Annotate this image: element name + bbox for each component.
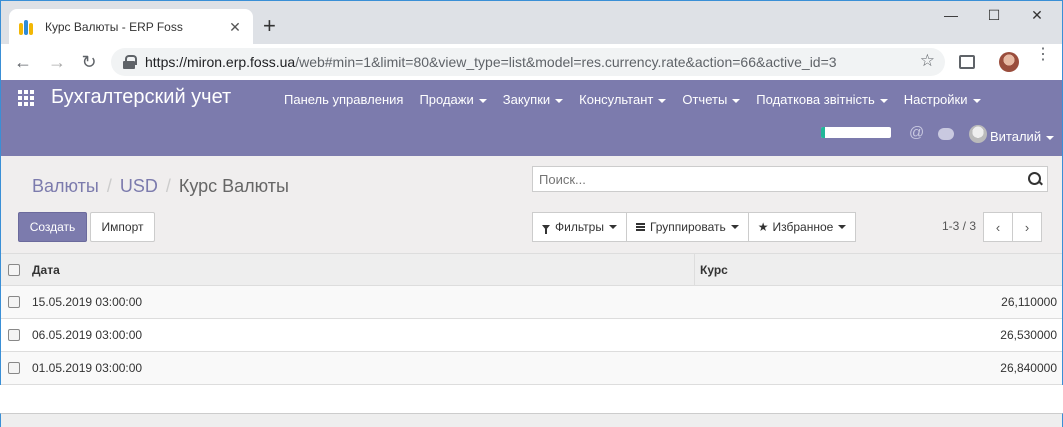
filters-button[interactable]: Фильтры: [532, 212, 627, 242]
bookmark-star-icon[interactable]: ☆: [920, 51, 935, 71]
menu-purchases[interactable]: Закупки: [503, 92, 564, 107]
row-checkbox[interactable]: [8, 362, 20, 374]
tab-title: Курс Валюты - ERP Foss: [45, 20, 183, 34]
caret-down-icon: [838, 225, 847, 229]
breadcrumb: Валюты / USD / Курс Валюты: [32, 176, 289, 197]
maximize-button[interactable]: ☐: [974, 7, 1014, 24]
user-avatar[interactable]: [969, 125, 987, 143]
caret-down-icon: [658, 98, 667, 103]
select-all-checkbox[interactable]: [8, 263, 20, 276]
import-button[interactable]: Импорт: [90, 212, 155, 242]
table-footer: [0, 413, 1063, 427]
group-by-button[interactable]: Группировать: [625, 212, 749, 242]
search-input[interactable]: [539, 171, 1025, 187]
table-header: Дата Курс: [1, 253, 1062, 286]
url-host: https://miron.erp.foss.ua: [145, 54, 296, 70]
cell-rate: 26,530000: [1000, 328, 1057, 342]
user-menu[interactable]: Виталий: [990, 129, 1055, 144]
pager-next-button[interactable]: ›: [1012, 212, 1042, 242]
app-title: Бухгалтерский учет: [51, 86, 232, 108]
browser-menu-icon[interactable]: ⋮: [1035, 47, 1051, 63]
menu-consultant[interactable]: Консультант: [579, 92, 667, 107]
mentions-icon[interactable]: @: [909, 124, 924, 141]
favorites-button[interactable]: ★ Избранное: [747, 212, 857, 242]
caret-down-icon: [478, 98, 487, 103]
top-menu: Панель управления Продажи Закупки Консул…: [284, 92, 981, 107]
pager-previous-button[interactable]: ‹: [983, 212, 1013, 242]
erp-favicon-icon: [19, 19, 35, 35]
caret-down-icon: [730, 225, 739, 229]
star-icon: ★: [757, 220, 769, 234]
cell-date: 01.05.2019 03:00:00: [32, 361, 143, 375]
table-row[interactable]: 01.05.2019 03:00:00 26,840000: [1, 352, 1062, 385]
breadcrumb-currencies[interactable]: Валюты: [32, 176, 99, 197]
breadcrumb-separator: /: [165, 176, 171, 196]
currency-rate-list: Дата Курс 15.05.2019 03:00:00 26,110000 …: [0, 253, 1063, 385]
apps-menu-icon[interactable]: [18, 90, 34, 106]
caret-down-icon: [732, 98, 741, 103]
browser-tab[interactable]: Курс Валюты - ERP Foss ✕: [9, 9, 253, 45]
create-button[interactable]: Создать: [18, 212, 87, 242]
caret-down-icon: [1046, 135, 1055, 140]
progress-fill: [821, 127, 826, 138]
lock-icon[interactable]: [123, 55, 137, 69]
minimize-button[interactable]: —: [931, 7, 971, 23]
caret-down-icon: [555, 98, 564, 103]
table-row[interactable]: 15.05.2019 03:00:00 26,110000: [1, 286, 1062, 319]
address-bar[interactable]: https://miron.erp.foss.ua/web#min=1&limi…: [111, 48, 945, 76]
close-window-button[interactable]: ✕: [1017, 7, 1057, 24]
forward-button[interactable]: →: [45, 50, 69, 74]
column-header-rate[interactable]: Курс: [695, 263, 1062, 277]
new-tab-button[interactable]: +: [263, 15, 276, 37]
bars-icon: [635, 223, 645, 231]
menu-sales[interactable]: Продажи: [419, 92, 487, 107]
menu-dashboard[interactable]: Панель управления: [284, 92, 403, 107]
row-checkbox[interactable]: [8, 296, 20, 308]
search-box[interactable]: [532, 166, 1048, 192]
cell-date: 15.05.2019 03:00:00: [32, 295, 143, 309]
cell-rate: 26,110000: [1001, 295, 1057, 309]
breadcrumb-current: Курс Валюты: [178, 176, 289, 196]
breadcrumb-separator: /: [106, 176, 112, 196]
extension-icon[interactable]: [959, 55, 975, 69]
table-row[interactable]: 06.05.2019 03:00:00 26,530000: [1, 319, 1062, 352]
back-button[interactable]: ←: [11, 50, 35, 74]
profile-avatar[interactable]: [999, 52, 1019, 72]
browser-tabbar: Курс Валюты - ERP Foss ✕ + — ☐ ✕: [0, 0, 1063, 45]
search-icon[interactable]: [1025, 169, 1045, 189]
main-navbar: Бухгалтерский учет Панель управления Про…: [0, 80, 1063, 156]
cell-date: 06.05.2019 03:00:00: [32, 328, 143, 342]
caret-down-icon: [879, 98, 888, 103]
cell-rate: 26,840000: [1000, 361, 1057, 375]
menu-tax-reports[interactable]: Податкова звітність: [756, 92, 888, 107]
pager-value[interactable]: 1-3 / 3: [942, 219, 976, 233]
browser-toolbar: ← → ↻ https://miron.erp.foss.ua/web#min=…: [0, 44, 1063, 80]
control-panel: Валюты / USD / Курс Валюты Создать Импор…: [0, 156, 1063, 253]
search-options: Фильтры Группировать ★ Избранное: [532, 212, 857, 242]
menu-settings[interactable]: Настройки: [904, 92, 981, 107]
column-header-date[interactable]: Дата: [27, 253, 695, 286]
chat-icon[interactable]: [938, 128, 954, 140]
filter-icon: [542, 224, 550, 234]
url-path: /web#min=1&limit=80&view_type=list&model…: [295, 54, 837, 70]
caret-down-icon: [608, 225, 617, 229]
reload-button[interactable]: ↻: [77, 50, 101, 74]
onboarding-progress-bar[interactable]: [821, 127, 891, 138]
caret-down-icon: [972, 98, 981, 103]
row-checkbox[interactable]: [8, 329, 20, 341]
menu-reports[interactable]: Отчеты: [682, 92, 741, 107]
tab-close-icon[interactable]: ✕: [227, 19, 243, 36]
breadcrumb-usd[interactable]: USD: [120, 176, 158, 197]
